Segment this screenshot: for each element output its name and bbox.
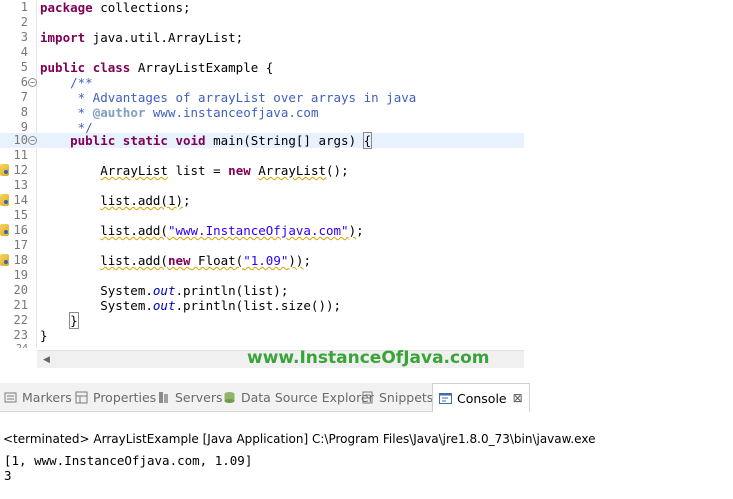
line-number: 3	[20, 30, 28, 44]
line-number: 22	[13, 313, 28, 327]
code-line: 20 System.out.println(list);	[0, 283, 524, 298]
code-text: System.out.println(list.size());	[40, 298, 342, 313]
code-text: System.out.println(list);	[40, 283, 289, 298]
line-number: 8	[20, 105, 28, 119]
code-line: 24	[0, 341, 524, 348]
code-line: 4	[0, 45, 524, 60]
line-number: 14	[13, 193, 28, 207]
tab-console[interactable]: Console ⊠	[432, 383, 530, 412]
code-line: 13	[0, 178, 524, 193]
text-caret	[371, 135, 373, 148]
code-line: 16 list.add("www.InstanceOfjava.com");	[0, 223, 524, 238]
markers-icon	[4, 391, 17, 404]
line-number: 10	[13, 133, 28, 147]
code-line: 6 − /**	[0, 75, 524, 90]
data-source-icon	[223, 391, 236, 404]
line-number: 19	[13, 268, 28, 282]
code-text: list.add(1);	[100, 193, 191, 208]
code-text: public class ArrayListExample {	[40, 60, 274, 75]
code-text: ArrayList list = new ArrayList();	[100, 163, 349, 178]
code-text: /**	[40, 75, 93, 90]
properties-icon	[75, 391, 88, 404]
console-status-line: <terminated> ArrayListExample [Java Appl…	[3, 432, 596, 446]
line-number: 6	[20, 75, 28, 89]
code-line: 2	[0, 15, 524, 30]
tab-label: Properties	[93, 389, 157, 405]
code-text: }	[69, 312, 79, 329]
tab-servers[interactable]: Servers	[157, 383, 223, 411]
servers-icon	[157, 391, 170, 404]
tab-label: Snippets	[379, 389, 434, 405]
console-view[interactable]: <terminated> ArrayListExample [Java Appl…	[0, 412, 733, 499]
line-number: 24	[0, 341, 28, 348]
code-text: list.add("www.InstanceOfjava.com");	[100, 223, 364, 238]
line-number: 12	[13, 163, 28, 177]
code-line: 17	[0, 238, 524, 253]
line-number: 4	[20, 45, 28, 59]
console-icon	[439, 392, 452, 405]
code-line: 11	[0, 148, 524, 163]
tab-properties[interactable]: Properties	[75, 383, 156, 411]
line-number: 20	[13, 283, 28, 297]
line-number: 13	[13, 178, 28, 192]
code-line: 14 list.add(1);	[0, 193, 524, 208]
line-number: 18	[13, 253, 28, 267]
line-number: 7	[20, 90, 28, 104]
snippets-icon	[361, 391, 374, 404]
code-editor[interactable]: 1 package collections; 2 3 import java.u…	[0, 0, 524, 348]
line-number: 17	[13, 238, 28, 252]
watermark-text: www.InstanceOfJava.com	[247, 348, 490, 368]
code-line: 5 public class ArrayListExample {	[0, 60, 524, 75]
code-line: 15	[0, 208, 524, 223]
code-line: 1 package collections;	[0, 0, 524, 15]
code-line: 12 ArrayList list = new ArrayList();	[0, 163, 524, 178]
code-text: import java.util.ArrayList;	[40, 30, 244, 45]
code-line: 19	[0, 268, 524, 283]
tab-snippets[interactable]: Snippets	[361, 383, 433, 411]
code-line: 22 }	[0, 312, 524, 329]
code-line: 8 * @author www.instanceofjava.com	[0, 105, 524, 120]
code-line-current: 10 − public static void main(String[] ar…	[0, 132, 524, 149]
code-line: 18 list.add(new Float("1.09"));	[0, 253, 524, 268]
line-number: 2	[20, 15, 28, 29]
code-text: * @author www.instanceofjava.com	[40, 105, 319, 120]
tab-label: Markers	[22, 389, 72, 405]
close-icon[interactable]: ⊠	[513, 391, 523, 405]
code-text: package collections;	[40, 0, 191, 15]
fold-collapse-icon[interactable]: −	[28, 136, 37, 145]
line-number: 21	[13, 298, 28, 312]
line-number: 1	[20, 0, 28, 14]
line-number: 5	[20, 60, 28, 74]
code-line: 3 import java.util.ArrayList;	[0, 30, 524, 45]
fold-collapse-icon[interactable]: −	[28, 78, 37, 87]
tab-label: Data Source Explorer	[241, 389, 374, 405]
line-number: 16	[13, 223, 28, 237]
console-output-line: 3	[4, 468, 12, 483]
console-output-line: [1, www.InstanceOfjava.com, 1.09]	[4, 453, 253, 468]
view-tab-bar: Markers Properties Servers Data Source E…	[0, 383, 530, 412]
code-line: 7 * Advantages of arrayList over arrays …	[0, 90, 524, 105]
tab-markers[interactable]: Markers	[4, 383, 72, 411]
tab-label: Console	[457, 390, 507, 406]
code-line: 21 System.out.println(list.size());	[0, 298, 524, 313]
line-number: 11	[13, 148, 28, 162]
tab-data-source-explorer[interactable]: Data Source Explorer	[223, 383, 374, 411]
tab-label: Servers	[175, 389, 223, 405]
line-number: 15	[13, 208, 28, 222]
code-text: * Advantages of arrayList over arrays in…	[40, 90, 417, 105]
code-text: list.add(new Float("1.09"));	[100, 253, 311, 268]
scroll-left-icon[interactable]: ◀	[43, 355, 50, 365]
code-text: public static void main(String[] args) {	[70, 132, 373, 149]
